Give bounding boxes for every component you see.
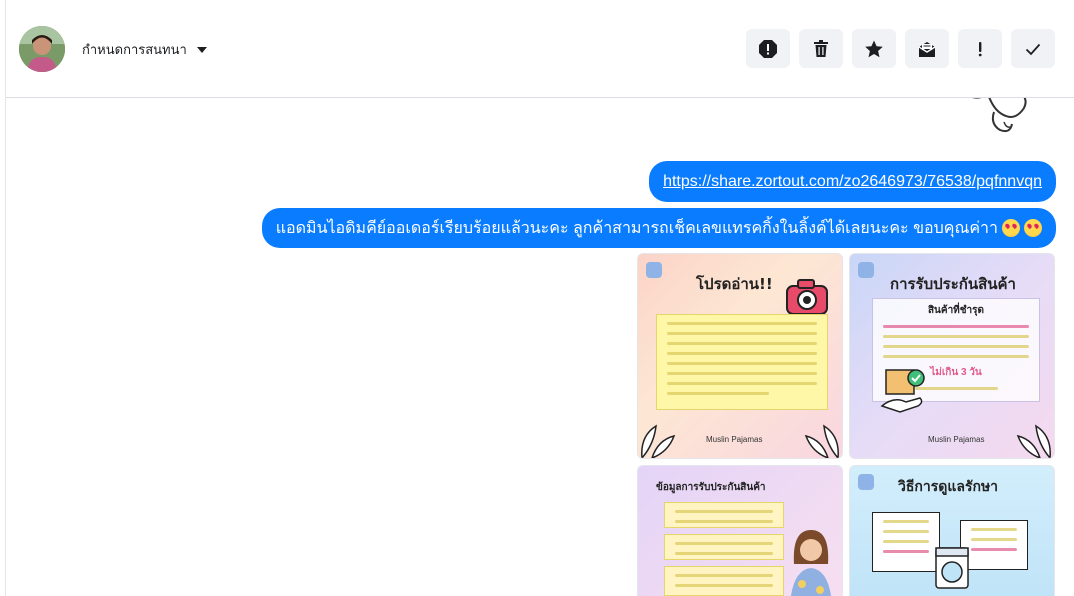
image-title: โปรดอ่าน!! [696, 275, 773, 293]
header-actions [746, 29, 1055, 68]
star-button[interactable] [852, 29, 896, 68]
important-button[interactable] [958, 29, 1002, 68]
message-thread[interactable]: https://share.zortout.com/zo2646973/7653… [6, 98, 1074, 596]
mark-unread-button[interactable] [905, 29, 949, 68]
image-title: การรับประกันสินค้า [890, 275, 1016, 293]
exclamation-icon [978, 41, 982, 56]
conversation-settings-dropdown[interactable]: กำหนดการสนทนา [82, 39, 207, 60]
camera-icon [786, 279, 828, 315]
leaf-decoration-icon [641, 424, 676, 458]
image-attachment-warranty-info[interactable]: ข้อมูลการรับประกันสินค้า [637, 465, 843, 596]
brand-logo [858, 474, 874, 490]
leaf-decoration-icon [1016, 424, 1051, 458]
info-note [664, 502, 784, 528]
washing-machine-icon [935, 547, 969, 589]
cartoon-sticker [971, 98, 1027, 133]
conversation-settings-label: กำหนดการสนทนา [82, 42, 187, 57]
care-note [872, 512, 940, 572]
link-message-bubble[interactable]: https://share.zortout.com/zo2646973/7653… [649, 161, 1056, 202]
tracking-link[interactable]: https://share.zortout.com/zo2646973/7653… [663, 173, 1042, 191]
image-attachment-warranty[interactable]: การรับประกันสินค้า สินค้าที่ชำรุด ไม่เกิ… [849, 253, 1055, 459]
image-title: วิธีการดูแลรักษา [898, 479, 999, 495]
heart-eyes-emoji-icon [1002, 219, 1020, 237]
report-icon [759, 39, 777, 58]
image-attachment-notice[interactable]: โปรดอ่าน!! Muslin Pajamas [637, 253, 843, 459]
delete-button[interactable] [799, 29, 843, 68]
text-message-bubble[interactable]: แอดมินไอดิมคีย์ออเดอร์เรียบร้อยแล้วนะคะ … [261, 208, 1056, 248]
info-note [664, 566, 784, 596]
conversation-panel: กำหนดการสนทนา https://share.zortout.com/… [5, 0, 1074, 596]
image-attachment-care[interactable]: วิธีการดูแลรักษา [849, 465, 1055, 596]
heart-eyes-emoji-icon [1024, 219, 1042, 237]
trash-icon [814, 39, 828, 57]
brand-logo [858, 262, 874, 278]
avatar[interactable] [19, 26, 65, 72]
info-note [664, 534, 784, 560]
brand-logo [646, 262, 662, 278]
mark-unread-icon [918, 41, 936, 57]
brand-label: Muslin Pajamas [706, 435, 763, 444]
conversation-header: กำหนดการสนทนา [6, 0, 1074, 98]
check-icon [1025, 43, 1041, 55]
notice-note [656, 314, 828, 410]
image-title: ข้อมูลการรับประกันสินค้า [656, 482, 766, 493]
star-icon [865, 40, 883, 57]
package-icon [880, 369, 925, 413]
warranty-subtitle: สินค้าที่ชำรุด [927, 305, 985, 316]
caret-down-icon [196, 47, 207, 53]
report-button[interactable] [746, 29, 790, 68]
mark-done-button[interactable] [1011, 29, 1055, 68]
model-photo [791, 530, 831, 596]
care-note [960, 520, 1028, 570]
message-text: แอดมินไอดิมคีย์ออเดอร์เรียบร้อยแล้วนะคะ … [275, 219, 998, 237]
leaf-decoration-icon [804, 424, 839, 458]
brand-label: Muslin Pajamas [928, 435, 985, 444]
